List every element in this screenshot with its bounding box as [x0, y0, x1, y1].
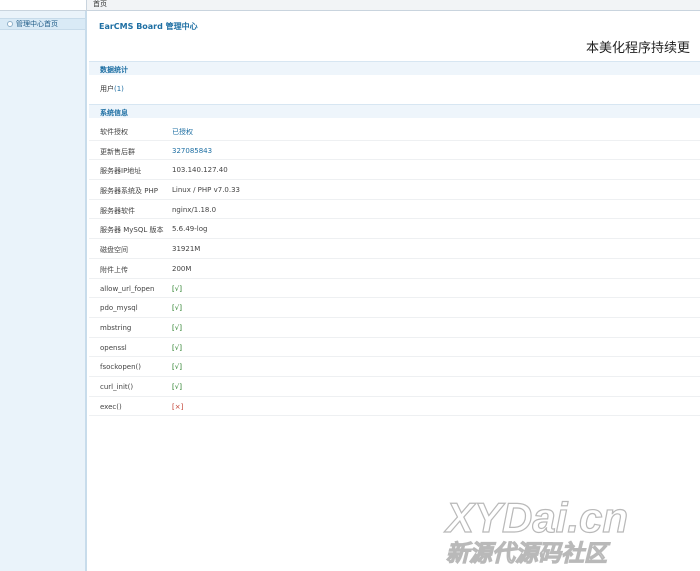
- breadcrumb-home[interactable]: 首页: [93, 0, 107, 8]
- table-row: openssl [√]: [89, 338, 700, 358]
- row-value: 103.140.127.40: [172, 166, 228, 175]
- row-key: 更新售后群: [100, 147, 135, 156]
- table-row: curl_init() [√]: [89, 377, 700, 397]
- row-value: [√]: [172, 304, 182, 313]
- row-value: [√]: [172, 382, 182, 391]
- sidebar: 管理中心首页: [0, 11, 87, 571]
- row-value: 200M: [172, 264, 192, 273]
- row-value: nginx/1.18.0: [172, 205, 217, 214]
- row-value: Linux / PHP v7.0.33: [172, 186, 241, 195]
- row-key: exec(): [100, 402, 122, 411]
- row-value: 31921M: [172, 245, 201, 254]
- sidebar-item-admin-home[interactable]: 管理中心首页: [0, 18, 85, 30]
- row-key: fsockopen(): [100, 363, 141, 372]
- row-value: 已授权: [172, 128, 193, 136]
- system-info-table: 软件授权 已授权更新售后群 327085843 服务器IP地址 103.140.127.…: [89, 121, 700, 417]
- row-key: 磁盘空间: [100, 246, 128, 255]
- table-row: allow_url_fopen [√]: [89, 279, 700, 299]
- admin-app: 首页 管理中心首页 EarCMS Board 管理中心 本美化程序持续更 数据统…: [0, 0, 700, 571]
- row-key: pdo_mysql: [100, 304, 138, 313]
- page-title: EarCMS Board 管理中心: [99, 22, 198, 31]
- table-row: 附件上传 200M: [89, 259, 700, 279]
- row-key: 服务器IP地址: [100, 167, 142, 176]
- table-row: pdo_mysql [√]: [89, 298, 700, 318]
- table-row: 服务器系统及 PHP Linux / PHP v7.0.33: [89, 180, 700, 200]
- section-header-stats: 数据统计: [89, 61, 700, 75]
- bullet-icon: [7, 21, 13, 27]
- users-label: 用户: [100, 85, 114, 93]
- scrolling-notice: 本美化程序持续更: [586, 41, 691, 56]
- row-value: 5.6.49-log: [172, 225, 208, 234]
- row-key: 服务器系统及 PHP: [100, 187, 158, 196]
- sidebar-item-label: 管理中心首页: [16, 20, 58, 28]
- row-value: 327085843: [172, 146, 213, 155]
- row-key: 服务器软件: [100, 206, 135, 215]
- row-value: [√]: [172, 323, 182, 332]
- table-row: 软件授权 已授权: [89, 121, 700, 141]
- section-header-system: 系统信息: [89, 104, 700, 118]
- row-value: [√]: [172, 343, 182, 352]
- table-row: 更新售后群 327085843: [89, 141, 700, 161]
- table-row: 服务器IP地址 103.140.127.40: [89, 160, 700, 181]
- table-row: fsockopen() [√]: [89, 357, 700, 377]
- table-row: 磁盘空间 31921M: [89, 239, 700, 259]
- top-bar-logo-area: [0, 0, 87, 10]
- table-row: mbstring [√]: [89, 318, 700, 338]
- table-row: 服务器 MySQL 版本 5.6.49-log: [89, 219, 700, 240]
- users-stat[interactable]: 用户(1): [100, 84, 124, 94]
- table-row: exec() [×]: [89, 397, 700, 417]
- row-value: [×]: [172, 402, 184, 411]
- row-key: 服务器 MySQL 版本: [100, 226, 164, 235]
- top-bar: 首页: [0, 0, 700, 11]
- row-key: 附件上传: [100, 265, 128, 274]
- table-row: 服务器软件 nginx/1.18.0: [89, 200, 700, 220]
- row-value: [√]: [172, 363, 182, 372]
- section-title: 系统信息: [100, 109, 128, 117]
- users-count: (1): [114, 85, 124, 93]
- section-title: 数据统计: [100, 66, 128, 74]
- row-key: 软件授权: [100, 128, 128, 136]
- row-key: mbstring: [100, 323, 132, 332]
- row-key: allow_url_fopen: [100, 284, 155, 293]
- row-value: [√]: [172, 284, 182, 293]
- row-key: openssl: [100, 343, 127, 352]
- row-key: curl_init(): [100, 382, 134, 391]
- main-content: EarCMS Board 管理中心 本美化程序持续更 数据统计 用户(1) 系统…: [89, 11, 700, 571]
